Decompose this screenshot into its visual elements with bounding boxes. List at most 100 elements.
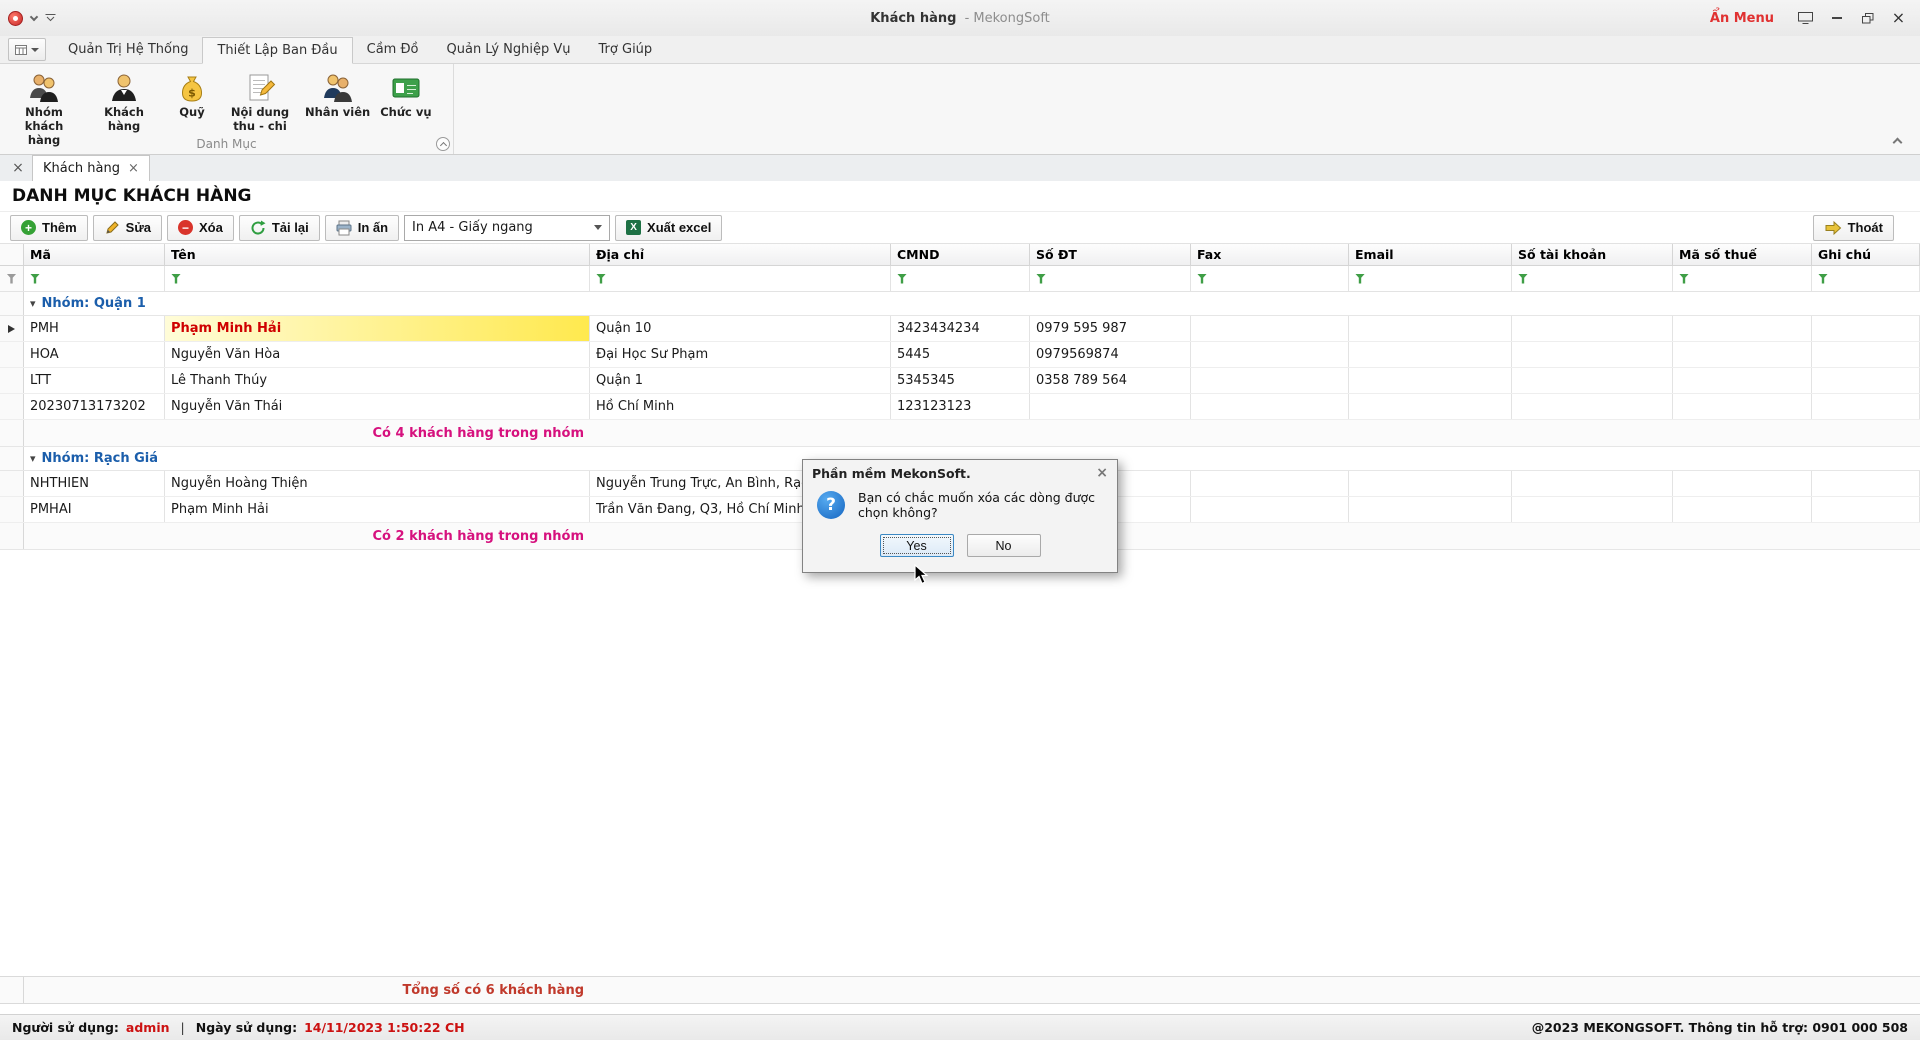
ribbon-tab-quan-tri-he-thong[interactable]: Quản Trị Hệ Thống [54, 36, 202, 63]
chevron-down-icon[interactable] [30, 12, 38, 20]
grid-cell[interactable] [1812, 316, 1920, 341]
filter-cell[interactable] [24, 266, 165, 291]
filter-cell[interactable] [1812, 266, 1920, 291]
grid-cell[interactable] [1812, 497, 1920, 522]
filter-cell[interactable] [1673, 266, 1812, 291]
grid-row[interactable]: LTTLê Thanh ThúyQuận 153453450358 789 56… [0, 368, 1920, 394]
grid-cell[interactable] [1673, 368, 1812, 393]
filter-cell[interactable] [165, 266, 590, 291]
group-row[interactable]: ▾Nhóm: Quận 1 [0, 292, 1920, 316]
grid-cell[interactable]: Quận 10 [590, 316, 891, 341]
grid-cell[interactable]: LTT [24, 368, 165, 393]
ribbon-collapse-button[interactable] [1888, 134, 1906, 148]
grid-cell[interactable] [1191, 394, 1349, 419]
row-indicator-cell[interactable] [0, 316, 24, 341]
grid-cell[interactable]: 5345345 [891, 368, 1030, 393]
filter-cell[interactable] [1030, 266, 1191, 291]
quick-access-customize-icon[interactable] [45, 13, 56, 23]
minimize-button[interactable] [1823, 8, 1850, 29]
column-header-email[interactable]: Email [1349, 244, 1512, 265]
grid-cell[interactable] [1349, 316, 1512, 341]
filter-cell[interactable] [1191, 266, 1349, 291]
grid-cell[interactable] [1030, 394, 1191, 419]
grid-cell[interactable] [1349, 394, 1512, 419]
grid-cell[interactable] [1673, 316, 1812, 341]
restore-button[interactable] [1854, 8, 1881, 29]
grid-cell[interactable] [1191, 471, 1349, 496]
grid-cell[interactable] [1812, 342, 1920, 367]
reload-button[interactable]: Tải lại [239, 215, 320, 241]
grid-cell[interactable]: 0358 789 564 [1030, 368, 1191, 393]
grid-row[interactable]: PMHPhạm Minh HảiQuận 1034234342340979 59… [0, 316, 1920, 342]
collapse-group-icon[interactable]: ▾ [30, 297, 36, 310]
grid-row[interactable]: HOANguyễn Văn HòaĐại Học Sư Phạm54450979… [0, 342, 1920, 368]
filter-cell[interactable] [1512, 266, 1673, 291]
grid-cell[interactable] [1812, 368, 1920, 393]
filter-cell[interactable] [891, 266, 1030, 291]
grid-cell[interactable] [1349, 368, 1512, 393]
grid-cell[interactable]: Lê Thanh Thúy [165, 368, 590, 393]
display-settings-button[interactable] [1792, 8, 1819, 29]
print-button[interactable]: In ấn [325, 215, 399, 241]
export-excel-button[interactable]: X Xuất excel [615, 215, 722, 241]
yes-button[interactable]: Yes [880, 534, 954, 557]
filter-indicator-cell[interactable] [0, 266, 24, 291]
grid-cell[interactable] [1512, 394, 1673, 419]
grid-cell[interactable]: 5445 [891, 342, 1030, 367]
grid-cell[interactable] [1349, 497, 1512, 522]
close-button[interactable]: × [1885, 8, 1912, 29]
grid-cell[interactable] [1673, 342, 1812, 367]
grid-cell[interactable] [1191, 368, 1349, 393]
grid-cell[interactable]: 123123123 [891, 394, 1030, 419]
grid-cell[interactable] [1673, 394, 1812, 419]
grid-cell[interactable] [1191, 497, 1349, 522]
column-header-ma-so-thue[interactable]: Mã số thuế [1673, 244, 1812, 265]
grid-cell[interactable]: PMHAI [24, 497, 165, 522]
dialog-titlebar[interactable]: Phần mềm MekonSoft. × [803, 460, 1117, 486]
column-header-ghi-chu[interactable]: Ghi chú [1812, 244, 1920, 265]
close-tab-icon[interactable]: × [128, 161, 139, 176]
grid-cell[interactable] [1349, 342, 1512, 367]
column-header-so-tai-khoan[interactable]: Số tài khoản [1512, 244, 1673, 265]
column-header-ten[interactable]: Tên [165, 244, 590, 265]
grid-cell[interactable] [1512, 342, 1673, 367]
grid-cell[interactable] [1512, 497, 1673, 522]
dialog-close-icon[interactable]: × [1096, 465, 1108, 481]
grid-row[interactable]: 20230713173202Nguyễn Văn TháiHồ Chí Minh… [0, 394, 1920, 420]
ribbon-tab-thiet-lap-ban-dau[interactable]: Thiết Lập Ban Đầu [202, 37, 352, 64]
exit-button[interactable]: Thoát [1813, 215, 1894, 241]
document-tab-khach-hang[interactable]: Khách hàng × [32, 155, 150, 181]
grid-cell[interactable] [1673, 497, 1812, 522]
grid-cell[interactable]: 3423434234 [891, 316, 1030, 341]
grid-cell[interactable]: Đại Học Sư Phạm [590, 342, 891, 367]
grid-cell[interactable]: 0979569874 [1030, 342, 1191, 367]
grid-cell[interactable]: Nguyễn Văn Thái [165, 394, 590, 419]
column-header-cmnd[interactable]: CMND [891, 244, 1030, 265]
grid-cell[interactable]: Quận 1 [590, 368, 891, 393]
grid-cell[interactable]: Nguyễn Hoàng Thiện [165, 471, 590, 496]
edit-button[interactable]: Sửa [93, 215, 162, 241]
grid-cell[interactable] [1349, 471, 1512, 496]
delete-button[interactable]: − Xóa [167, 215, 234, 241]
ribbon-group-options-button[interactable] [436, 137, 450, 151]
grid-cell[interactable]: NHTHIEN [24, 471, 165, 496]
grid-cell[interactable]: 0979 595 987 [1030, 316, 1191, 341]
grid-cell[interactable]: Phạm Minh Hải [165, 316, 590, 341]
grid-cell[interactable] [1812, 471, 1920, 496]
grid-cell[interactable] [1191, 316, 1349, 341]
column-header-so-dt[interactable]: Số ĐT [1030, 244, 1191, 265]
grid-cell[interactable]: PMH [24, 316, 165, 341]
grid-cell[interactable]: HOA [24, 342, 165, 367]
ribbon-tab-cam-do[interactable]: Cầm Đồ [353, 36, 433, 63]
filter-cell[interactable] [1349, 266, 1512, 291]
grid-cell[interactable] [1673, 471, 1812, 496]
collapse-group-icon[interactable]: ▾ [30, 452, 36, 465]
filter-cell[interactable] [590, 266, 891, 291]
grid-cell[interactable]: Phạm Minh Hải [165, 497, 590, 522]
ribbon-tab-quan-ly-nghiep-vu[interactable]: Quản Lý Nghiệp Vụ [433, 36, 585, 63]
grid-cell[interactable] [1191, 342, 1349, 367]
no-button[interactable]: No [967, 534, 1041, 557]
grid-cell[interactable] [1512, 471, 1673, 496]
close-all-tabs-button[interactable]: × [8, 155, 28, 181]
grid-cell[interactable] [1512, 368, 1673, 393]
